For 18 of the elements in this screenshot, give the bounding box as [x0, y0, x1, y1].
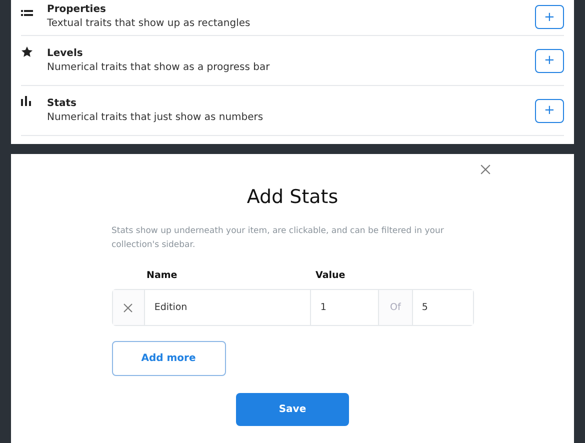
trait-title: Levels [47, 48, 84, 59]
column-header: Name [146, 270, 178, 281]
add-trait-button[interactable]: + [535, 48, 564, 72]
add-trait-button[interactable]: + [535, 5, 564, 29]
trait-description: Textual traits that show up as rectangles [47, 18, 252, 29]
add-trait-button[interactable]: + [535, 98, 564, 122]
bar-chart-icon [21, 96, 32, 106]
dialog-description: Stats show up underneath your item, are clickable, and can be filtered in your collection's sidebar. [112, 225, 445, 252]
dialog-title: Add Stats [246, 186, 338, 208]
trait-title: Stats [47, 98, 78, 109]
star-icon [21, 46, 33, 58]
trait-description: Numerical traits that show as a progress bar [47, 62, 271, 73]
save-button[interactable]: Save [236, 393, 349, 426]
column-header: Value [316, 270, 346, 281]
close-icon[interactable] [480, 164, 491, 175]
trait-title: Properties [47, 4, 107, 15]
add-more-button[interactable]: Add more [112, 341, 226, 376]
trait-description: Numerical traits that just show as numbers [47, 112, 264, 123]
